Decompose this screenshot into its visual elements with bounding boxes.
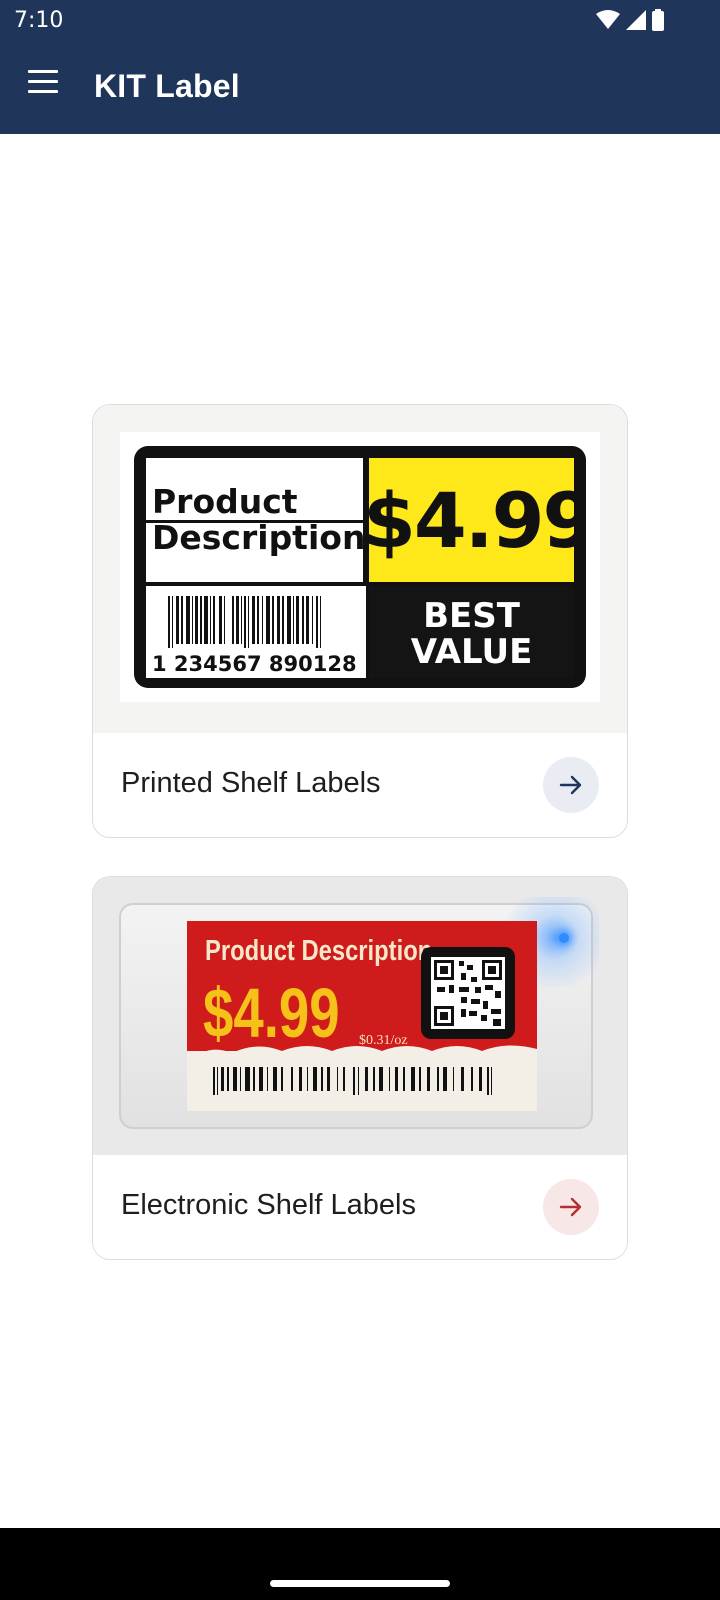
app-bar: KIT Label: [0, 40, 720, 134]
home-gesture-handle[interactable]: [270, 1580, 450, 1587]
wifi-icon: [596, 10, 620, 29]
esl-barcode-area: [187, 1051, 537, 1111]
qr-code-icon: [421, 947, 515, 1039]
esl-description: Product Description: [205, 935, 433, 967]
esl-screen: Product Description $4.99 $0.31/oz: [187, 921, 537, 1111]
electronic-shelf-labels-card[interactable]: Product Description $4.99 $0.31/oz Elect…: [92, 876, 628, 1260]
label-description-line2: Description: [152, 518, 366, 557]
arrow-right-icon: [559, 1197, 582, 1217]
esl-device: Product Description $4.99 $0.31/oz: [119, 897, 599, 1129]
led-indicator: [559, 933, 569, 943]
printed-label-image: Product Description $4.99: [93, 405, 627, 733]
status-icons: [596, 9, 664, 31]
label-price: $4.99: [369, 476, 574, 565]
app-title: KIT Label: [94, 68, 240, 104]
best-value-line1: BEST: [423, 596, 520, 636]
printed-shelf-labels-title: Printed Shelf Labels: [121, 767, 381, 799]
electronic-label-image: Product Description $4.99 $0.31/oz: [93, 877, 627, 1155]
barcode-graphic: [168, 596, 321, 648]
label-description-line1: Product: [152, 482, 298, 521]
electronic-shelf-labels-title: Electronic Shelf Labels: [121, 1189, 416, 1221]
best-value-line2: VALUE: [410, 632, 533, 672]
printed-arrow-button[interactable]: [543, 757, 599, 813]
electronic-arrow-button[interactable]: [543, 1179, 599, 1235]
printed-shelf-labels-card[interactable]: Product Description $4.99: [92, 404, 628, 838]
printed-card-footer: Printed Shelf Labels: [93, 733, 627, 837]
electronic-card-footer: Electronic Shelf Labels: [93, 1155, 627, 1259]
signal-icon: [626, 10, 646, 30]
barcode-digits: 1 234567 890128 >: [152, 652, 382, 676]
arrow-right-icon: [559, 775, 582, 795]
status-bar: 7:10: [0, 0, 720, 40]
battery-icon: [652, 9, 664, 31]
system-navigation-bar: [0, 1528, 720, 1600]
barcode-graphic: [213, 1067, 492, 1095]
hamburger-menu-icon[interactable]: [26, 70, 62, 100]
status-time: 7:10: [14, 8, 64, 33]
